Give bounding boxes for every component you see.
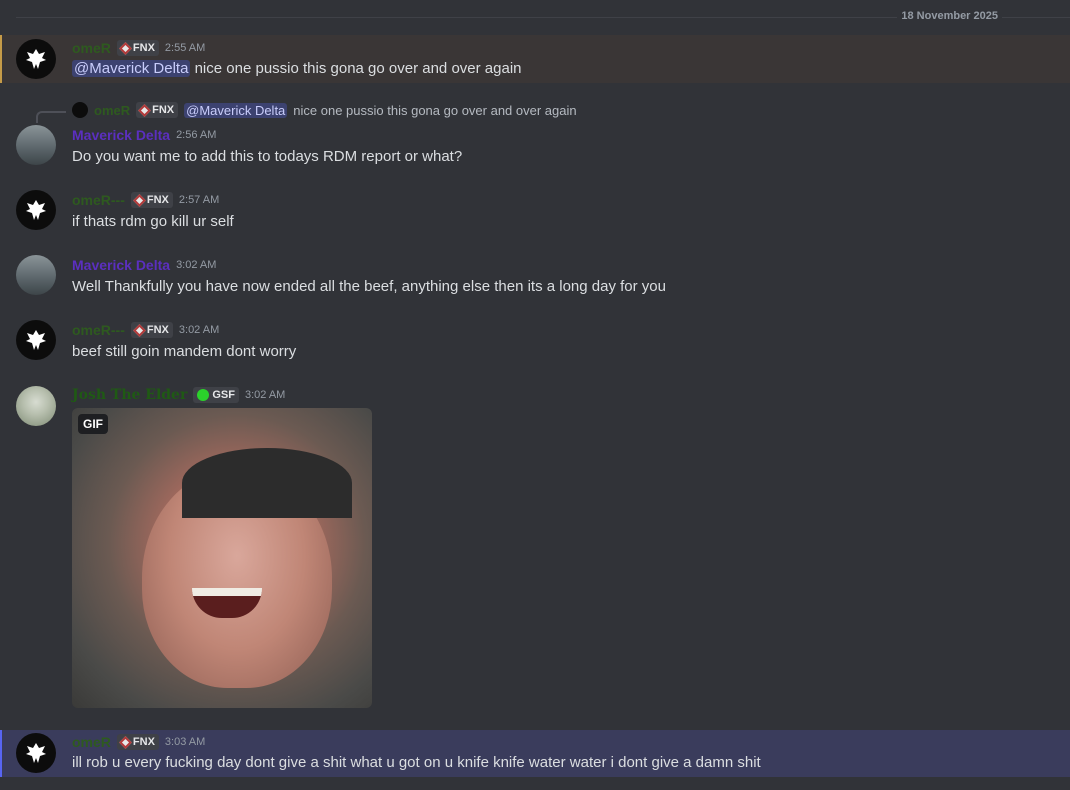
message-text: if thats rdm go kill ur self — [72, 213, 234, 230]
message-header: Maverick Delta 3:02 AM — [72, 255, 216, 275]
reply-text: nice one pussio this gona go over and ov… — [293, 102, 577, 118]
fnx-icon — [133, 193, 146, 207]
eagle-emblem-icon — [26, 200, 46, 220]
timestamp[interactable]: 3:03 AM — [165, 736, 205, 748]
avatar[interactable] — [16, 733, 56, 773]
username[interactable]: Maverick Delta — [72, 127, 170, 143]
timestamp[interactable]: 2:57 AM — [179, 194, 219, 206]
fnx-icon — [119, 735, 132, 749]
eagle-emblem-icon — [26, 49, 46, 69]
eagle-emblem-icon — [26, 330, 46, 350]
clan-tag[interactable]: FNX — [130, 322, 173, 338]
message-header: Josh The Elder GSF 3:02 AM — [72, 385, 285, 405]
message-header: Maverick Delta 2:56 AM — [72, 125, 216, 145]
eagle-emblem-icon — [26, 743, 46, 763]
username[interactable]: omeR--- — [72, 322, 125, 338]
reply-username[interactable]: omeR — [94, 103, 130, 118]
avatar[interactable] — [16, 125, 56, 165]
user-mention[interactable]: @Maverick Delta — [72, 60, 191, 77]
message-header: omeR--- FNX 2:57 AM — [72, 190, 219, 210]
gif-hair — [182, 448, 352, 518]
reply-preview[interactable]: omeR FNX @Maverick Delta nice one pussio… — [72, 102, 577, 118]
timestamp[interactable]: 2:56 AM — [176, 129, 216, 141]
gif-attachment[interactable]: GIF — [72, 408, 372, 708]
message-item[interactable]: omeR--- FNX 2:57 AM if thats rdm go kill… — [0, 185, 1070, 235]
timestamp[interactable]: 2:55 AM — [165, 42, 205, 54]
timestamp[interactable]: 3:02 AM — [245, 389, 285, 401]
message-header: omeR FNX 3:03 AM — [72, 732, 205, 752]
message-item[interactable]: Maverick Delta 3:02 AM Well Thankfully y… — [0, 250, 1070, 300]
avatar[interactable] — [16, 39, 56, 79]
avatar[interactable] — [16, 255, 56, 295]
message-item[interactable]: omeR--- FNX 3:02 AM beef still goin mand… — [0, 315, 1070, 365]
message-text: nice one pussio this gona go over and ov… — [194, 60, 522, 77]
gif-badge: GIF — [78, 414, 108, 434]
user-mention[interactable]: @Maverick Delta — [184, 102, 288, 118]
message-content: @Maverick Delta nice one pussio this gon… — [72, 60, 522, 77]
username[interactable]: omeR — [72, 734, 111, 750]
fnx-icon — [119, 41, 132, 55]
message-header: omeR FNX 2:55 AM — [72, 38, 205, 58]
message-item[interactable]: omeR FNX 3:03 AM ill rob u every fucking… — [0, 730, 1070, 777]
message-item[interactable]: Maverick Delta 2:56 AM Do you want me to… — [0, 120, 1070, 170]
message-text: ill rob u every fucking day dont give a … — [72, 754, 761, 771]
avatar[interactable] — [16, 386, 56, 426]
message-header: omeR--- FNX 3:02 AM — [72, 320, 219, 340]
date-divider: 18 November 2025 — [897, 10, 1002, 22]
message-text: Well Thankfully you have now ended all t… — [72, 278, 666, 295]
username[interactable]: omeR — [72, 40, 111, 56]
message-text: beef still goin mandem dont worry — [72, 343, 297, 360]
username[interactable]: Josh The Elder — [72, 387, 187, 403]
timestamp[interactable]: 3:02 AM — [179, 324, 219, 336]
message-item[interactable]: omeR FNX 2:55 AM @Maverick Delta nice on… — [0, 35, 1070, 83]
gsf-icon — [197, 389, 210, 401]
avatar[interactable] — [16, 320, 56, 360]
clan-tag[interactable]: GSF — [193, 387, 239, 403]
clan-tag[interactable]: FNX — [130, 192, 173, 208]
reply-avatar — [72, 102, 88, 118]
username[interactable]: omeR--- — [72, 192, 125, 208]
avatar[interactable] — [16, 190, 56, 230]
fnx-icon — [138, 103, 151, 117]
clan-tag[interactable]: FNX — [116, 734, 159, 750]
clan-tag: FNX — [136, 102, 179, 118]
username[interactable]: Maverick Delta — [72, 257, 170, 273]
message-text: Do you want me to add this to todays RDM… — [72, 148, 463, 165]
timestamp[interactable]: 3:02 AM — [176, 259, 216, 271]
clan-tag[interactable]: FNX — [116, 40, 159, 56]
fnx-icon — [133, 323, 146, 337]
